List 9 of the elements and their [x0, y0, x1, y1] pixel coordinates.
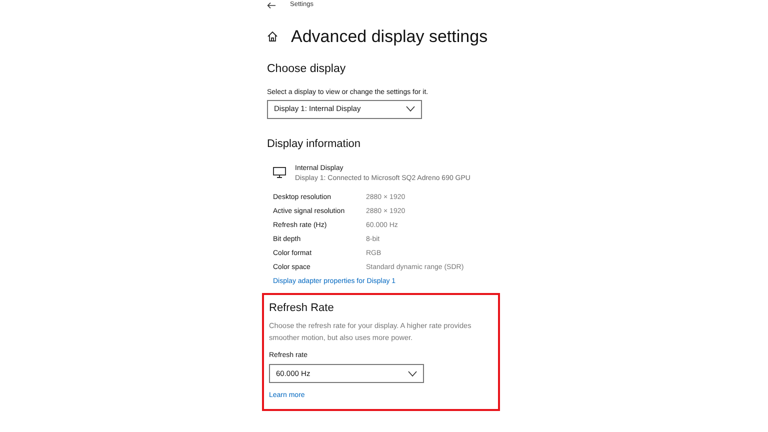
section-heading: Display information	[267, 138, 362, 150]
section-heading: Refresh Rate	[269, 303, 335, 314]
section-heading: Choose display	[267, 64, 347, 76]
back-arrow-icon[interactable]	[267, 2, 276, 8]
chevron-down-icon	[406, 106, 415, 112]
home-icon[interactable]	[267, 30, 278, 42]
page-title: Advanced display settings	[291, 28, 488, 44]
chevron-down-icon	[408, 370, 417, 376]
monitor-icon	[273, 166, 286, 178]
